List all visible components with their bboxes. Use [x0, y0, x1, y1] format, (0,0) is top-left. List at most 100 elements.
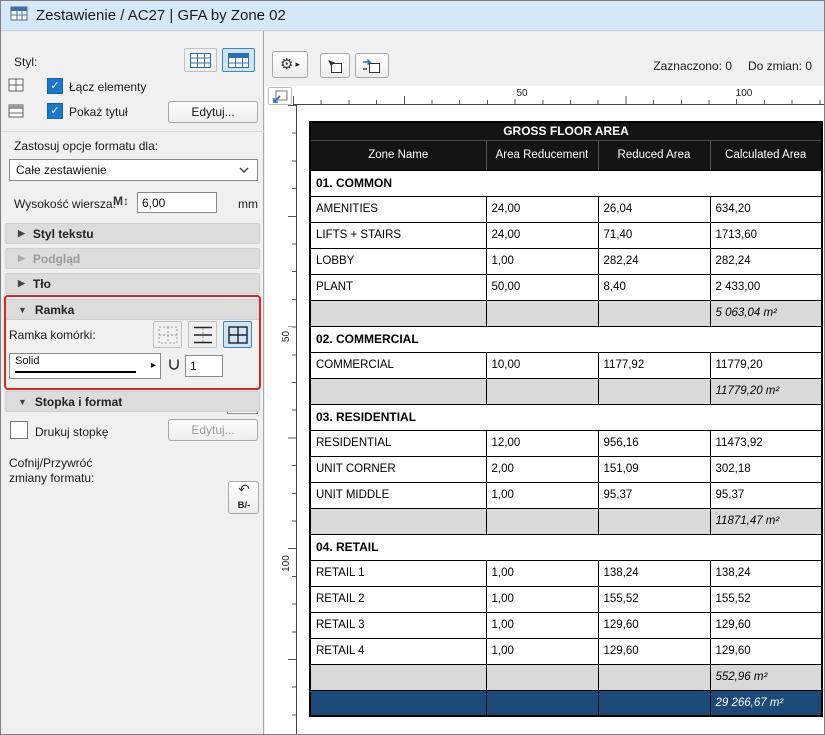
table-cell[interactable]: 151,09 — [598, 456, 710, 482]
link-elements-checkbox[interactable]: ✓ — [47, 78, 63, 94]
table-cell[interactable]: RETAIL 3 — [310, 612, 486, 638]
subtotal-cell[interactable] — [486, 300, 598, 326]
table-cell[interactable]: 129,60 — [598, 612, 710, 638]
section-text-style[interactable]: ▶ Styl tekstu — [5, 223, 260, 244]
table-cell[interactable]: RETAIL 2 — [310, 586, 486, 612]
table-cell[interactable]: RESIDENTIAL — [310, 430, 486, 456]
table-cell[interactable]: 302,18 — [710, 456, 822, 482]
table-cell[interactable]: PLANT — [310, 274, 486, 300]
table-cell[interactable]: 129,60 — [710, 638, 822, 664]
print-footer-checkbox[interactable] — [10, 421, 28, 439]
table-cell[interactable]: 1713,60 — [710, 222, 822, 248]
table-cell[interactable]: 1,00 — [486, 612, 598, 638]
row-height-input[interactable] — [137, 192, 217, 213]
subtotal-cell[interactable] — [598, 378, 710, 404]
table-cell[interactable]: 24,00 — [486, 222, 598, 248]
table-cell[interactable]: 8,40 — [598, 274, 710, 300]
table-cell[interactable]: 95,37 — [710, 482, 822, 508]
subtotal-cell[interactable] — [310, 300, 486, 326]
table-cell[interactable]: RETAIL 4 — [310, 638, 486, 664]
column-header-zone-name[interactable]: Zone Name — [310, 140, 486, 170]
table-title[interactable]: GROSS FLOOR AREA — [310, 122, 822, 140]
table-cell[interactable]: 129,60 — [598, 638, 710, 664]
table-cell[interactable]: LOBBY — [310, 248, 486, 274]
table-cell[interactable]: 155,52 — [598, 586, 710, 612]
show-title-checkbox[interactable]: ✓ — [47, 103, 63, 119]
style-toggle-compact[interactable] — [184, 48, 217, 72]
table-cell[interactable]: 1177,92 — [598, 352, 710, 378]
group-header-cell[interactable]: 04. RETAIL — [310, 534, 822, 560]
table-cell[interactable]: 2,00 — [486, 456, 598, 482]
subtotal-value-cell[interactable]: 11779,20 m² — [710, 378, 822, 404]
border-preset-none-button[interactable] — [153, 321, 182, 348]
table-cell[interactable]: 11779,20 — [710, 352, 822, 378]
format-scope-select[interactable]: Całe zestawienie — [9, 159, 258, 181]
border-preset-grid-button[interactable] — [223, 321, 252, 348]
table-cell[interactable]: 138,24 — [598, 560, 710, 586]
grand-total-cell[interactable] — [486, 690, 598, 716]
table-cell[interactable]: AMENITIES — [310, 196, 486, 222]
subtotal-cell[interactable] — [598, 300, 710, 326]
table-cell[interactable]: 95,37 — [598, 482, 710, 508]
table-cell[interactable]: 282,24 — [710, 248, 822, 274]
subtotal-cell[interactable] — [598, 508, 710, 534]
subtotal-value-cell[interactable]: 11871,47 m² — [710, 508, 822, 534]
table-cell[interactable]: 138,24 — [710, 560, 822, 586]
table-cell[interactable]: UNIT CORNER — [310, 456, 486, 482]
subtotal-cell[interactable] — [486, 378, 598, 404]
table-cell[interactable]: COMMERCIAL — [310, 352, 486, 378]
apply-to-elements-button[interactable] — [355, 53, 389, 78]
style-toggle-full[interactable] — [222, 48, 255, 72]
table-cell[interactable]: 155,52 — [710, 586, 822, 612]
group-header-cell[interactable]: 02. COMMERCIAL — [310, 326, 822, 352]
subtotal-cell[interactable] — [598, 664, 710, 690]
line-type-selector[interactable]: Solid ▸ — [9, 353, 161, 379]
table-cell[interactable]: 26,04 — [598, 196, 710, 222]
edit-title-button[interactable]: Edytuj... — [168, 101, 258, 123]
table-cell[interactable]: 2 433,00 — [710, 274, 822, 300]
subtotal-cell[interactable] — [310, 378, 486, 404]
table-cell[interactable]: 1,00 — [486, 482, 598, 508]
column-header-calculated-area[interactable]: Calculated Area — [710, 140, 822, 170]
group-header-cell[interactable]: 01. COMMON — [310, 170, 822, 196]
section-footer-format[interactable]: ▼ Stopka i format — [5, 391, 260, 412]
table-cell[interactable]: RETAIL 1 — [310, 560, 486, 586]
section-background[interactable]: ▶ Tło — [5, 273, 260, 294]
table-cell[interactable]: 956,16 — [598, 430, 710, 456]
table-cell[interactable]: 12,00 — [486, 430, 598, 456]
subtotal-value-cell[interactable]: 552,96 m² — [710, 664, 822, 690]
subtotal-cell[interactable] — [486, 664, 598, 690]
table-cell[interactable]: 1,00 — [486, 638, 598, 664]
table-cell[interactable]: 71,40 — [598, 222, 710, 248]
table-cell[interactable]: UNIT MIDDLE — [310, 482, 486, 508]
table-cell[interactable]: 1,00 — [486, 248, 598, 274]
section-preview[interactable]: ▶ Podgląd — [5, 248, 260, 269]
select-elements-button[interactable] — [320, 53, 350, 78]
grand-total-value-cell[interactable]: 29 266,67 m² — [710, 690, 822, 716]
table-cell[interactable]: 634,20 — [710, 196, 822, 222]
undo-format-button[interactable]: ↶ B/- — [228, 481, 259, 514]
subtotal-value-cell[interactable]: 5 063,04 m² — [710, 300, 822, 326]
pen-weight-input[interactable] — [185, 355, 223, 377]
table-cell[interactable]: LIFTS + STAIRS — [310, 222, 486, 248]
table-cell[interactable]: 11473,92 — [710, 430, 822, 456]
grand-total-cell[interactable] — [310, 690, 486, 716]
table-cell[interactable]: 129,60 — [710, 612, 822, 638]
edit-footer-button[interactable]: Edytuj... — [168, 419, 258, 441]
settings-button[interactable]: ⚙ ▸ — [272, 51, 308, 78]
section-frame[interactable]: ▼ Ramka — [5, 299, 260, 320]
subtotal-cell[interactable] — [486, 508, 598, 534]
ruler-options-button[interactable] — [268, 87, 292, 105]
column-header-reduced-area[interactable]: Reduced Area — [598, 140, 710, 170]
subtotal-cell[interactable] — [310, 664, 486, 690]
table-cell[interactable]: 1,00 — [486, 560, 598, 586]
border-preset-horizontal-button[interactable] — [188, 321, 217, 348]
group-header-cell[interactable]: 03. RESIDENTIAL — [310, 404, 822, 430]
table-cell[interactable]: 1,00 — [486, 586, 598, 612]
grand-total-cell[interactable] — [598, 690, 710, 716]
table-cell[interactable]: 282,24 — [598, 248, 710, 274]
table-cell[interactable]: 24,00 — [486, 196, 598, 222]
subtotal-cell[interactable] — [310, 508, 486, 534]
table-cell[interactable]: 10,00 — [486, 352, 598, 378]
column-header-area-reducement[interactable]: Area Reducement — [486, 140, 598, 170]
